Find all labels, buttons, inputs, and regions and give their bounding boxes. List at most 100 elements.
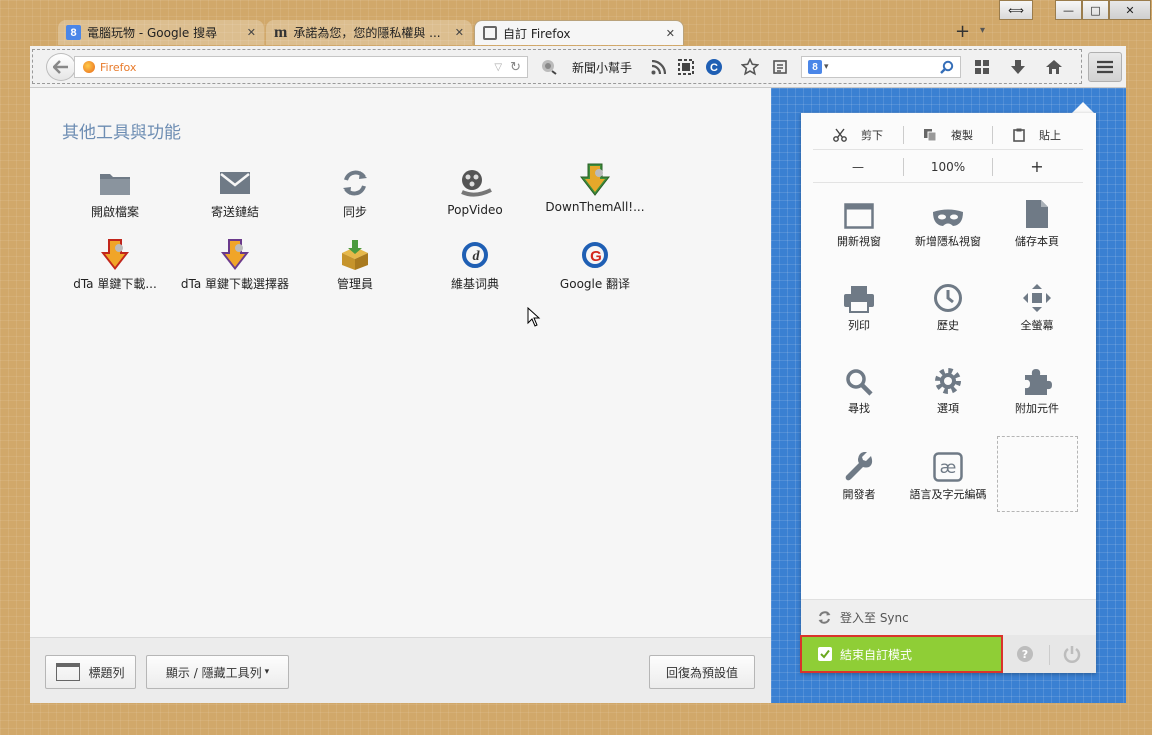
menu-item-history[interactable]: 歷史 [903,279,993,332]
tab-close-icon[interactable]: ✕ [666,27,675,40]
tab-close-icon[interactable]: ✕ [247,26,256,39]
url-dropdown-icon[interactable]: ▽ [494,62,502,73]
tool-label: dTa 單鍵下載選擇器 [180,277,290,291]
menu-item-save-page[interactable]: 儲存本頁 [992,195,1082,248]
titlebar-button-label: 標題列 [88,665,125,680]
tool-label: PopVideo [447,203,503,217]
palette-heading: 其他工具與功能 [62,123,181,143]
url-placeholder: Firefox [100,60,137,74]
tab-mozilla-privacy[interactable]: m 承諾為您，您的隱私權與 ... ✕ [266,20,472,45]
restore-window-button[interactable]: ⟺ [999,0,1033,20]
downloads-button[interactable] [1007,56,1029,78]
home-button[interactable] [1043,56,1065,78]
search-engine-icon[interactable]: 8 [808,60,822,74]
dictionary-c-icon: C [706,59,722,75]
menu-item-character-encoding[interactable]: æ 語言及字元編碼 [903,448,993,501]
menu-hamburger-button[interactable] [1088,52,1122,82]
reading-list-button[interactable] [769,56,791,78]
customize-footer: 標題列 顯示 / 隱藏工具列 ▾ 回復為預設值 [30,637,771,703]
gear-icon [935,368,961,394]
minimize-window-button[interactable]: — [1055,0,1082,20]
download-arrow-icon [1011,60,1025,74]
customize-palette: 其他工具與功能 開啟檔案 寄送鏈結 同步 PopVideo DownThemAl… [30,88,771,637]
new-tab-button[interactable]: + [955,21,970,42]
tab-customize-firefox[interactable]: 自訂 Firefox ✕ [474,20,684,45]
menu-item-label: 開發者 [842,488,876,501]
palette-item-open-file[interactable]: 開啟檔案 [55,163,175,220]
wiktionary-icon: d [462,242,488,268]
search-bar[interactable]: 8 ▾ [801,56,961,78]
empty-drop-placeholder[interactable] [997,436,1078,512]
menu-item-addons[interactable]: 附加元件 [992,362,1082,415]
manager-box-icon [342,240,368,270]
mouse-cursor-icon [527,307,541,327]
palette-item-downthemall[interactable]: DownThemAll!... [535,160,655,214]
menu-item-label: 附加元件 [1015,402,1059,415]
paste-button[interactable]: 貼上 [993,127,1081,143]
menu-item-private-window[interactable]: 新增隱私視窗 [903,195,993,248]
show-hide-toolbars-button[interactable]: 顯示 / 隱藏工具列 ▾ [146,655,289,689]
magnifier-icon [846,369,873,396]
palette-item-dta-selector[interactable]: dTa 單鍵下載選擇器 [175,235,295,292]
tab-google-search[interactable]: 8 電腦玩物 - Google 搜尋 ✕ [58,20,264,45]
rss-feed-button[interactable] [647,57,669,77]
news-helper-icon[interactable] [538,57,560,77]
tool-label: 開啟檔案 [90,205,139,219]
tab-title: 承諾為您，您的隱私權與 ... [293,26,441,40]
palette-item-manager[interactable]: 管理員 [295,235,415,292]
palette-item-dta-oneclick[interactable]: dTa 單鍵下載... [55,235,175,292]
home-icon [1046,60,1062,74]
search-engine-dropdown-icon[interactable]: ▾ [824,62,829,72]
zoom-controls-row: — 100% + [813,151,1083,183]
maximize-window-button[interactable]: □ [1082,0,1109,20]
tab-close-icon[interactable]: ✕ [455,26,464,39]
exit-customize-button[interactable]: 結束自訂模式 [800,635,1003,673]
zoom-in-button[interactable]: + [993,157,1081,176]
zoom-out-button[interactable]: — [813,160,903,174]
news-helper-label[interactable]: 新聞小幫手 [572,59,632,76]
quit-power-icon[interactable] [1063,645,1081,663]
wiktionary-letter: d [473,249,481,264]
close-window-button[interactable]: ✕ [1109,0,1151,20]
menu-item-options[interactable]: 選項 [903,362,993,415]
tab-groups-button[interactable] [971,56,993,78]
menu-item-label: 儲存本頁 [1015,235,1059,248]
bookmark-star-button[interactable] [739,56,761,78]
list-all-tabs-button[interactable]: ▾ [980,25,985,36]
back-arrow-icon [53,60,68,74]
checkmark-icon [818,647,832,661]
menu-item-find[interactable]: 尋找 [814,362,904,415]
search-icon[interactable] [940,60,954,74]
tool-label: 管理員 [336,277,373,291]
google-translate-letter: G [590,248,602,265]
menu-item-label: 選項 [937,402,959,415]
copy-icon [924,128,937,141]
dictionary-addon-button[interactable]: C [703,57,725,77]
menu-item-new-window[interactable]: 開新視窗 [814,195,904,248]
tool-label: 維基词典 [450,277,499,291]
footer-divider [1049,645,1050,665]
menu-item-print[interactable]: 列印 [814,279,904,332]
reload-icon[interactable]: ↻ [510,60,521,75]
copy-button[interactable]: 複製 [904,127,992,143]
menu-item-developer[interactable]: 開發者 [814,448,904,501]
palette-item-google-translate[interactable]: G Google 翻译 [535,235,655,292]
menu-item-fullscreen[interactable]: 全螢幕 [992,279,1082,332]
back-button[interactable] [46,53,76,81]
tool-label: Google 翻译 [559,277,631,291]
fullscreen-icon [1023,284,1051,312]
cut-button[interactable]: 剪下 [813,127,903,143]
palette-item-sync[interactable]: 同步 [295,163,415,220]
screenshot-button[interactable] [675,57,697,77]
titlebar-toggle-button[interactable]: 標題列 [45,655,136,689]
url-bar[interactable]: Firefox ▽ ↻ [74,56,528,78]
restore-defaults-button[interactable]: 回復為預設值 [649,655,755,689]
palette-item-popvideo[interactable]: PopVideo [415,163,535,217]
zoom-reset-button[interactable]: 100% [904,160,992,174]
palette-item-wiktionary[interactable]: d 維基词典 [415,235,535,292]
help-icon[interactable]: ? [1017,646,1033,662]
film-reel-icon [461,170,492,197]
sync-signin-row[interactable]: 登入至 Sync [801,599,1096,635]
paste-clipboard-icon [1013,128,1025,142]
palette-item-email-link[interactable]: 寄送鏈結 [175,163,295,220]
